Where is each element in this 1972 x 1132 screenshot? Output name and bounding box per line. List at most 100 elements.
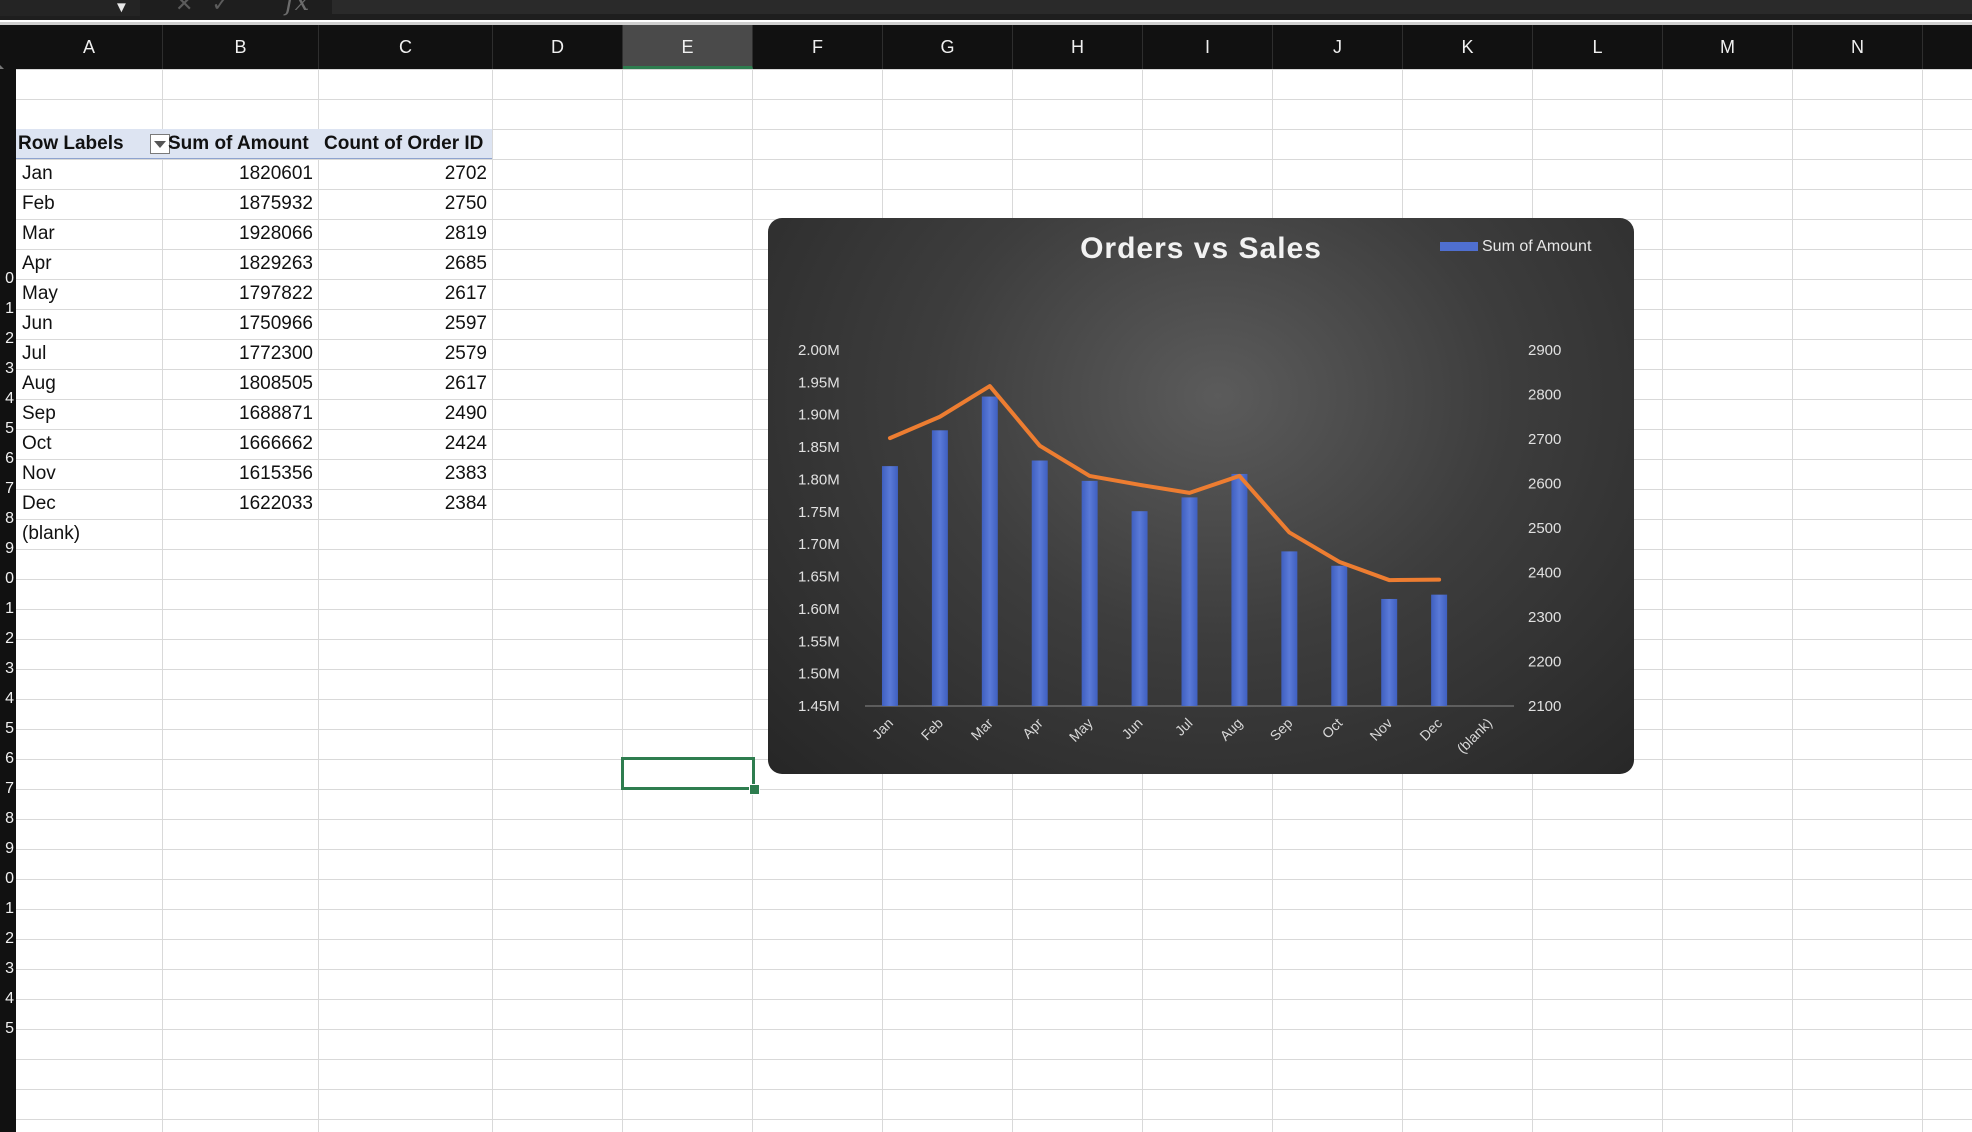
pivot-row-count[interactable] xyxy=(317,519,487,549)
pivot-row-amount[interactable]: 1615356 xyxy=(163,459,313,489)
fx-icon[interactable]: fx xyxy=(285,0,309,17)
active-cell-selection[interactable] xyxy=(621,757,755,790)
pivot-row-count[interactable]: 2702 xyxy=(317,159,487,189)
pivot-row-amount[interactable]: 1797822 xyxy=(163,279,313,309)
combo-chart[interactable]: Orders vs Sales Sum of Amount 1.45M 1.50M… xyxy=(768,218,1634,774)
row-header-number[interactable]: 1 xyxy=(0,594,14,624)
pivot-row-count[interactable]: 2819 xyxy=(317,219,487,249)
pivot-row-label[interactable]: (blank) xyxy=(22,519,142,549)
pivot-row-label[interactable]: Dec xyxy=(22,489,142,519)
pivot-row-amount[interactable]: 1928066 xyxy=(163,219,313,249)
row-header-number[interactable]: 2 xyxy=(0,924,14,954)
pivot-row-count[interactable]: 2617 xyxy=(317,279,487,309)
pivot-row-count[interactable]: 2384 xyxy=(317,489,487,519)
row-header-number[interactable]: 1 xyxy=(0,294,14,324)
bar-feb xyxy=(931,430,948,706)
pivot-row-label[interactable]: Jul xyxy=(22,339,142,369)
pivot-row-count[interactable]: 2383 xyxy=(317,459,487,489)
row-header-number[interactable]: 5 xyxy=(0,414,14,444)
column-header-e[interactable]: E xyxy=(623,25,753,69)
row-header-number[interactable]: 3 xyxy=(0,354,14,384)
chevron-down-icon[interactable]: ▼ xyxy=(114,0,129,16)
column-header-l[interactable]: L xyxy=(1533,25,1663,69)
y-left-tick-label: 1.55M xyxy=(798,633,840,650)
row-header-number[interactable]: 6 xyxy=(0,444,14,474)
column-header-b[interactable]: B xyxy=(163,25,319,69)
column-header-g[interactable]: G xyxy=(883,25,1013,69)
pivot-row-amount[interactable]: 1688871 xyxy=(163,399,313,429)
column-header-h[interactable]: H xyxy=(1013,25,1143,69)
row-header-number[interactable]: 9 xyxy=(0,534,14,564)
pivot-row-count[interactable]: 2424 xyxy=(317,429,487,459)
pivot-row-label[interactable]: Mar xyxy=(22,219,142,249)
pivot-header-row-labels[interactable]: Row Labels xyxy=(18,129,124,159)
pivot-row-amount[interactable]: 1666662 xyxy=(163,429,313,459)
formula-input[interactable] xyxy=(332,0,1972,14)
row-header-number[interactable]: 0 xyxy=(0,564,14,594)
column-header-c[interactable]: C xyxy=(319,25,493,69)
bar-may xyxy=(1081,480,1098,706)
pivot-row-label[interactable]: Jan xyxy=(22,159,142,189)
row-header-number[interactable]: 1 xyxy=(0,894,14,924)
grid-vline xyxy=(1792,69,1793,1132)
row-header-number[interactable]: 3 xyxy=(0,954,14,984)
row-header-number[interactable]: 6 xyxy=(0,744,14,774)
pivot-row-label[interactable]: Aug xyxy=(22,369,142,399)
pivot-table-header: Row Labels Sum of Amount Count of Order … xyxy=(16,129,492,159)
check-icon[interactable]: ✓ xyxy=(211,0,247,16)
column-header-d[interactable]: D xyxy=(493,25,623,69)
pivot-header-sum-amount[interactable]: Sum of Amount xyxy=(168,129,309,159)
row-header-number[interactable]: 0 xyxy=(0,864,14,894)
pivot-row-amount[interactable]: 1875932 xyxy=(163,189,313,219)
row-header-number[interactable]: 4 xyxy=(0,384,14,414)
x-tick-label: Mar xyxy=(968,715,997,744)
pivot-row-amount[interactable]: 1622033 xyxy=(163,489,313,519)
row-header-number[interactable]: 4 xyxy=(0,984,14,1014)
y-left-tick-label: 1.45M xyxy=(798,698,840,715)
pivot-row-amount[interactable]: 1820601 xyxy=(163,159,313,189)
pivot-row-count[interactable]: 2685 xyxy=(317,249,487,279)
row-header-number[interactable]: 7 xyxy=(0,774,14,804)
pivot-row-label[interactable]: Jun xyxy=(22,309,142,339)
row-header-number[interactable]: 4 xyxy=(0,684,14,714)
pivot-row-amount[interactable] xyxy=(163,519,313,549)
pivot-row-label[interactable]: Sep xyxy=(22,399,142,429)
row-header-number[interactable]: 5 xyxy=(0,714,14,744)
row-header-number[interactable]: 7 xyxy=(0,474,14,504)
column-header-j[interactable]: J xyxy=(1273,25,1403,69)
row-header-number[interactable]: 0 xyxy=(0,264,14,294)
column-header-k[interactable]: K xyxy=(1403,25,1533,69)
row-header-number[interactable]: 3 xyxy=(0,654,14,684)
row-header-number[interactable]: 9 xyxy=(0,834,14,864)
pivot-row-count[interactable]: 2750 xyxy=(317,189,487,219)
pivot-row-count[interactable]: 2597 xyxy=(317,309,487,339)
row-header-number[interactable]: 2 xyxy=(0,324,14,354)
pivot-row-amount[interactable]: 1829263 xyxy=(163,249,313,279)
pivot-row-label[interactable]: Nov xyxy=(22,459,142,489)
row-header-number[interactable]: 8 xyxy=(0,504,14,534)
pivot-row-count[interactable]: 2617 xyxy=(317,369,487,399)
row-header-number[interactable]: 8 xyxy=(0,804,14,834)
column-header-n[interactable]: N xyxy=(1793,25,1923,69)
column-header-i[interactable]: I xyxy=(1143,25,1273,69)
column-header-f[interactable]: F xyxy=(753,25,883,69)
pivot-row-label[interactable]: May xyxy=(22,279,142,309)
column-header-a[interactable]: A xyxy=(16,25,163,69)
column-header-m[interactable]: M xyxy=(1663,25,1793,69)
row-header-number[interactable]: 2 xyxy=(0,624,14,654)
pivot-row-count[interactable]: 2490 xyxy=(317,399,487,429)
row-header-number[interactable]: 5 xyxy=(0,1014,14,1044)
pivot-row-amount[interactable]: 1808505 xyxy=(163,369,313,399)
x-icon[interactable]: ✕ xyxy=(175,0,211,16)
pivot-row-amount[interactable]: 1772300 xyxy=(163,339,313,369)
pivot-row-label[interactable]: Apr xyxy=(22,249,142,279)
fill-handle[interactable] xyxy=(749,784,760,795)
pivot-row-count[interactable]: 2579 xyxy=(317,339,487,369)
filter-dropdown-icon[interactable] xyxy=(150,134,170,154)
grid-vline xyxy=(1662,69,1663,1132)
pivot-row-label[interactable]: Oct xyxy=(22,429,142,459)
pivot-row-label[interactable]: Feb xyxy=(22,189,142,219)
pivot-row-amount[interactable]: 1750966 xyxy=(163,309,313,339)
select-all-corner[interactable] xyxy=(0,25,16,89)
pivot-header-count-order[interactable]: Count of Order ID xyxy=(324,129,483,159)
